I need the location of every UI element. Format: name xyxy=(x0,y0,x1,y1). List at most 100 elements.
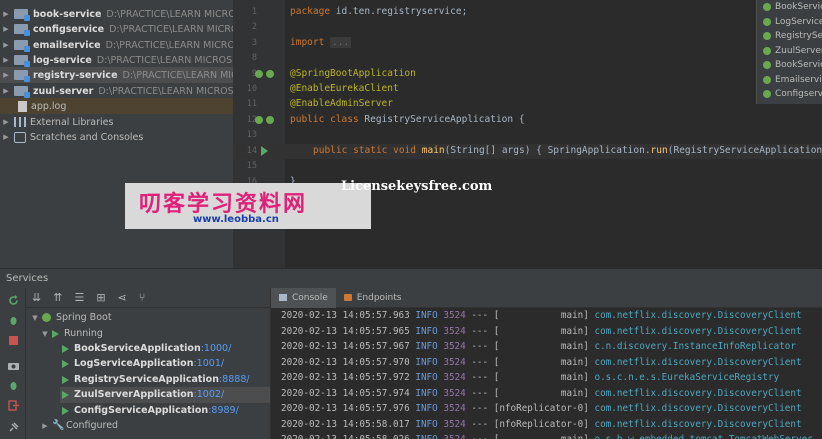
tree-module-zuul-server[interactable]: ▶ zuul-server D:\PRACTICE\LEARN MICROSER… xyxy=(0,83,233,99)
code-line[interactable]: 8 xyxy=(233,51,822,66)
tree-module-configservice[interactable]: ▶ configservice D:\PRACTICE\LEARN MICROS… xyxy=(0,21,233,37)
spring-app-icon xyxy=(763,75,771,84)
spring-app-icon xyxy=(763,90,771,99)
tab-endpoints[interactable]: Endpoints xyxy=(336,288,410,308)
filter-icon[interactable]: ⑂ xyxy=(139,291,146,304)
code-line[interactable]: 11 @EnableAdminServer xyxy=(233,97,822,112)
code-text: package id.ten.registryservice; xyxy=(290,6,468,17)
tree-file-app-log[interactable]: app.log xyxy=(0,98,233,114)
expand-arrow-icon[interactable]: ▶ xyxy=(0,87,12,95)
module-folder-icon xyxy=(14,55,30,67)
add-service-icon[interactable]: ⊞ xyxy=(96,291,105,304)
svc-app-book[interactable]: BookServiceApplication :1000/ xyxy=(60,341,231,357)
collapse-all-icon[interactable]: ⇈ xyxy=(53,291,62,304)
code-line[interactable]: 3 import ... xyxy=(233,36,822,51)
module-folder-icon xyxy=(14,24,30,36)
file-icon xyxy=(18,100,27,112)
camera-icon[interactable] xyxy=(8,360,19,371)
svc-app-zuul[interactable]: ZuulServerApplication :1002/ xyxy=(60,387,270,403)
completion-item[interactable]: Configservic xyxy=(757,87,822,102)
tree-module-book-service[interactable]: ▶ book-service D:\PRACTICE\LEARN MICROSE… xyxy=(0,6,233,22)
tree-external-libraries[interactable]: ▶ External Libraries xyxy=(0,114,233,130)
code-line[interactable]: 2 xyxy=(233,20,822,35)
pin-icon[interactable] xyxy=(8,422,19,433)
code-text: public static void main(String[] args) {… xyxy=(313,145,822,156)
spring-app-icon xyxy=(763,61,771,70)
expand-arrow-icon[interactable]: ▶ xyxy=(0,41,12,49)
services-side-toolbar xyxy=(0,288,26,439)
spring-bean-icon[interactable] xyxy=(266,116,274,124)
exit-icon[interactable] xyxy=(8,400,19,411)
run-icon xyxy=(62,359,69,368)
console-tabs: Console Endpoints xyxy=(271,288,822,308)
code-line[interactable]: 14 public static void main(String[] args… xyxy=(233,144,822,159)
code-line[interactable]: 9 @SpringBootApplication xyxy=(233,67,822,82)
completion-item[interactable]: BookServic xyxy=(757,58,822,73)
log-line: 2020-02-13 14:05:57.963 INFO 3524 --- [ … xyxy=(281,310,802,321)
group-icon[interactable]: ☰ xyxy=(74,291,84,304)
completion-item[interactable]: RegistrySer xyxy=(757,29,822,44)
services-tree: ⇊ ⇈ ☰ ⊞ ⋖ ⑂ ▼ Spring Boot ▼ Running Book… xyxy=(26,288,270,439)
run-class-icon[interactable] xyxy=(255,116,263,124)
expand-arrow-icon[interactable]: ▶ xyxy=(0,25,12,33)
svc-app-registry[interactable]: RegistryServiceApplication :8888/ xyxy=(60,372,250,388)
spring-bean-icon[interactable] xyxy=(266,70,274,78)
svc-spring-boot[interactable]: ▼ Spring Boot xyxy=(30,310,111,326)
completion-item[interactable]: Emailservic xyxy=(757,73,822,88)
code-line[interactable]: 12 public class RegistryServiceApplicati… xyxy=(233,113,822,128)
run-icon xyxy=(62,344,69,353)
share-icon[interactable]: ⋖ xyxy=(118,291,127,304)
completion-item[interactable]: LogService xyxy=(757,15,822,30)
expand-arrow-icon[interactable]: ▶ xyxy=(0,133,12,141)
log-line: 2020-02-13 14:05:57.972 INFO 3524 --- [ … xyxy=(281,372,780,383)
tree-module-emailservice[interactable]: ▶ emailservice D:\PRACTICE\LEARN MICROSE… xyxy=(0,37,233,53)
library-icon xyxy=(14,117,26,127)
spring-bean-icon[interactable] xyxy=(255,70,263,78)
stop-icon[interactable] xyxy=(8,335,19,346)
expand-arrow-icon[interactable]: ▶ xyxy=(0,10,12,18)
expand-arrow-icon[interactable]: ▶ xyxy=(40,422,50,430)
run-main-icon[interactable] xyxy=(261,146,268,156)
tab-console[interactable]: Console xyxy=(271,288,336,308)
folded-import[interactable]: import ... xyxy=(290,37,352,48)
log-line: 2020-02-13 14:05:57.965 INFO 3524 --- [ … xyxy=(281,325,802,337)
tree-scratches-consoles[interactable]: ▶ Scratches and Consoles xyxy=(0,129,233,145)
code-line[interactable]: 13 xyxy=(233,128,822,143)
expand-arrow-icon[interactable]: ▼ xyxy=(40,330,50,338)
watermark-banner: 叨客学习资料网 www.leobba.cn xyxy=(125,183,371,229)
debug-icon[interactable] xyxy=(8,315,19,326)
tree-module-log-service[interactable]: ▶ log-service D:\PRACTICE\LEARN MICROSER… xyxy=(0,52,233,68)
spring-app-icon xyxy=(763,3,771,12)
completion-item[interactable]: ZuulServerA xyxy=(757,44,822,59)
spring-boot-icon xyxy=(42,313,51,323)
expand-all-icon[interactable]: ⇊ xyxy=(32,291,41,304)
completion-popup[interactable]: BookServic LogService RegistrySer ZuulSe… xyxy=(756,0,822,104)
debug-icon[interactable] xyxy=(8,380,19,391)
svc-configured-group[interactable]: ▶ 🔧 Configured xyxy=(40,418,118,434)
expand-arrow-icon[interactable]: ▶ xyxy=(0,118,12,126)
code-line[interactable]: 15 xyxy=(233,159,822,174)
spring-app-icon xyxy=(763,46,771,55)
watermark-license: Licensekeysfree.com xyxy=(341,179,493,194)
log-line: 2020-02-13 14:05:57.967 INFO 3524 --- [ … xyxy=(281,341,796,352)
console-panel: Console Endpoints 2020-02-13 14:05:57.96… xyxy=(270,288,822,439)
completion-item[interactable]: BookServic xyxy=(757,0,822,15)
endpoints-icon xyxy=(343,294,352,301)
rerun-icon[interactable] xyxy=(8,295,19,306)
wrench-icon: 🔧 xyxy=(52,419,65,431)
tree-module-registry-service[interactable]: ▶ registry-service D:\PRACTICE\LEARN MIC… xyxy=(0,67,233,83)
expand-arrow-icon[interactable]: ▶ xyxy=(0,56,12,64)
svc-app-config[interactable]: ConfigServiceApplication :8989/ xyxy=(60,403,239,419)
expand-arrow-icon[interactable]: ▼ xyxy=(30,314,40,322)
svc-running-group[interactable]: ▼ Running xyxy=(40,326,103,342)
module-folder-icon xyxy=(14,40,30,52)
code-text: public class RegistryServiceApplication … xyxy=(290,114,525,125)
code-line[interactable]: 1 package id.ten.registryservice; xyxy=(233,5,822,20)
log-line: 2020-02-13 14:05:58.017 INFO 3524 --- [n… xyxy=(281,418,802,430)
services-tree-toolbar: ⇊ ⇈ ☰ ⊞ ⋖ ⑂ xyxy=(26,288,270,308)
svc-app-log[interactable]: LogServiceApplication :1001/ xyxy=(60,356,224,372)
run-icon xyxy=(62,375,69,384)
code-line[interactable]: 10 @EnableEurekaClient xyxy=(233,82,822,97)
expand-arrow-icon[interactable]: ▶ xyxy=(0,71,12,79)
module-folder-icon xyxy=(14,86,30,98)
